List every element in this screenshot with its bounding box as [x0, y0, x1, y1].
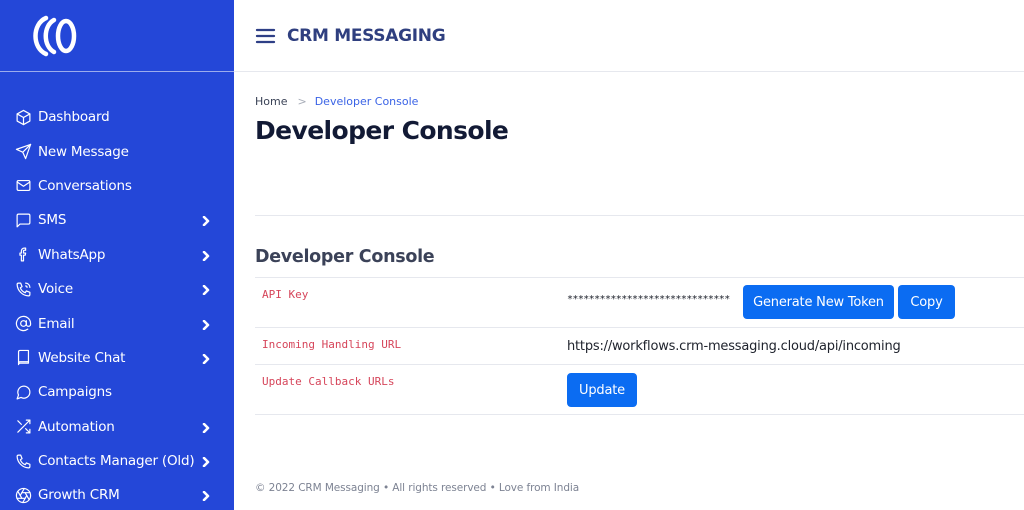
incoming-url-label: Incoming Handling URL — [262, 338, 402, 351]
menu-toggle-button[interactable] — [255, 27, 277, 45]
chevron-right-icon — [200, 490, 212, 502]
update-button[interactable]: Update — [567, 373, 637, 407]
page-title: Developer Console — [255, 116, 509, 145]
settings-table: API Key ****************************** G… — [255, 277, 1024, 415]
app-title: CRM MESSAGING — [287, 25, 446, 46]
callback-urls-label: Update Callback URLs — [262, 375, 395, 388]
breadcrumb-current-link[interactable]: Developer Console — [315, 95, 419, 108]
sidebar-item-dashboard[interactable]: Dashboard — [0, 100, 234, 134]
section-title: Developer Console — [255, 247, 435, 267]
sidebar-item-label: Website Chat — [38, 349, 126, 366]
at-sign-icon — [14, 315, 32, 333]
mail-icon — [14, 177, 32, 195]
sidebar-item-campaigns[interactable]: Campaigns — [0, 375, 234, 409]
breadcrumb-home-link[interactable]: Home — [255, 95, 287, 108]
api-key-label: API Key — [262, 288, 309, 301]
chevron-right-icon — [200, 422, 212, 434]
shuffle-icon — [14, 418, 32, 436]
chevron-right-icon — [200, 456, 212, 468]
divider — [255, 215, 1024, 216]
breadcrumb-separator-icon: > — [297, 95, 307, 108]
table-row-api-key: API Key ****************************** G… — [255, 277, 1024, 327]
sidebar-item-label: Voice — [38, 281, 73, 298]
footer-text: © 2022 CRM Messaging • All rights reserv… — [255, 482, 580, 494]
chevron-right-icon — [200, 319, 212, 331]
chevron-right-icon — [200, 353, 212, 365]
sidebar-item-website-chat[interactable]: Website Chat — [0, 341, 234, 375]
sidebar-item-growth-crm[interactable]: Growth CRM — [0, 478, 234, 510]
breadcrumb: Home > Developer Console — [255, 95, 418, 108]
main-content: Home > Developer Console Developer Conso… — [255, 72, 1024, 510]
sidebar-item-label: Campaigns — [38, 384, 112, 401]
chevron-right-icon — [200, 284, 212, 296]
phone-icon — [14, 452, 32, 470]
send-icon — [14, 143, 32, 161]
brand-logo-icon — [33, 15, 77, 56]
sidebar-item-label: WhatsApp — [38, 246, 106, 263]
sidebar-item-email[interactable]: Email — [0, 306, 234, 340]
sidebar-item-conversations[interactable]: Conversations — [0, 169, 234, 203]
sidebar-item-contacts-manager-old[interactable]: Contacts Manager (Old) — [0, 444, 234, 478]
sidebar-item-label: Email — [38, 315, 75, 332]
table-row-incoming-url: Incoming Handling URL https://workflows.… — [255, 327, 1024, 364]
chat-bubble-icon — [14, 383, 32, 401]
sidebar-item-new-message[interactable]: New Message — [0, 134, 234, 168]
aperture-icon — [14, 486, 32, 504]
sidebar-item-label: Growth CRM — [38, 487, 120, 504]
cube-icon — [14, 108, 32, 126]
api-key-value: ****************************** — [567, 294, 730, 305]
sidebar-item-label: SMS — [38, 212, 67, 229]
sidebar-item-whatsapp[interactable]: WhatsApp — [0, 238, 234, 272]
facebook-icon — [14, 246, 32, 264]
sidebar-item-voice[interactable]: Voice — [0, 272, 234, 306]
sidebar-item-sms[interactable]: SMS — [0, 203, 234, 237]
generate-token-button[interactable]: Generate New Token — [743, 285, 894, 319]
brand-logo[interactable] — [0, 0, 234, 72]
copy-button[interactable]: Copy — [898, 285, 955, 319]
phone-call-icon — [14, 280, 32, 298]
sidebar-item-automation[interactable]: Automation — [0, 410, 234, 444]
sidebar-nav: Dashboard New Message Conversations SMS … — [0, 72, 234, 510]
sidebar-item-label: Contacts Manager (Old) — [38, 453, 195, 470]
chevron-right-icon — [200, 250, 212, 262]
hamburger-icon — [255, 28, 276, 43]
incoming-url-value: https://workflows.crm-messaging.cloud/ap… — [567, 339, 901, 354]
sidebar: Dashboard New Message Conversations SMS … — [0, 0, 234, 510]
top-header: CRM MESSAGING — [234, 0, 1024, 72]
table-row-callback-urls: Update Callback URLs Update — [255, 364, 1024, 415]
sidebar-item-label: New Message — [38, 143, 129, 160]
sidebar-item-label: Dashboard — [38, 109, 110, 126]
sidebar-item-label: Automation — [38, 418, 115, 435]
chevron-right-icon — [200, 215, 212, 227]
sidebar-item-label: Conversations — [38, 177, 132, 194]
chat-square-icon — [14, 211, 32, 229]
book-icon — [14, 349, 32, 367]
